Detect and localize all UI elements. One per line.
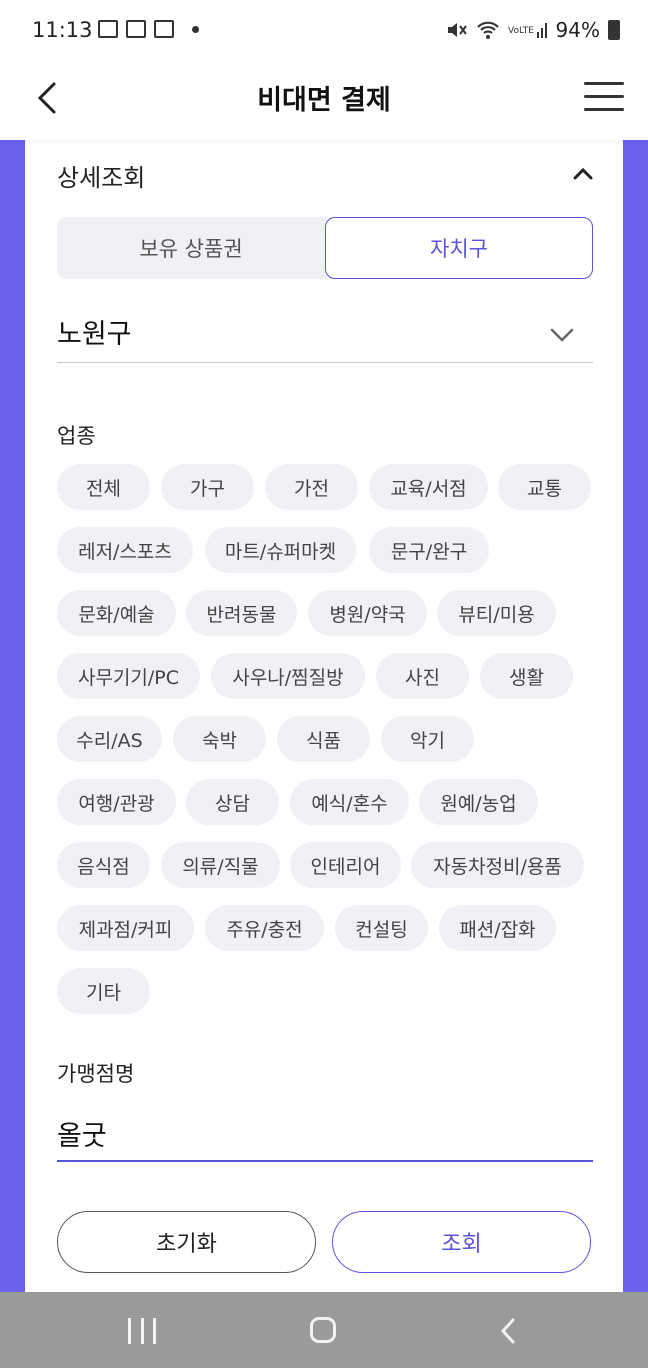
category-chip[interactable]: 제과점/커피: [57, 905, 194, 951]
category-chip[interactable]: 전체: [57, 464, 150, 510]
category-chip[interactable]: 가구: [161, 464, 254, 510]
recent-line: [128, 1318, 131, 1344]
category-chip[interactable]: 문화/예술: [57, 590, 176, 636]
category-chip[interactable]: 가전: [265, 464, 358, 510]
page-title: 비대면 결제: [257, 85, 391, 116]
category-chip[interactable]: 기타: [57, 968, 150, 1014]
category-chip[interactable]: 컨설팅: [335, 905, 428, 951]
search-button[interactable]: 조회: [332, 1211, 591, 1273]
category-chip[interactable]: 숙박: [173, 716, 266, 762]
category-chip[interactable]: 사진: [376, 653, 469, 699]
recent-line: [140, 1318, 144, 1344]
category-chip[interactable]: 수리/AS: [57, 716, 162, 762]
section-title: 상세조회: [57, 164, 146, 192]
recent-line: [153, 1318, 156, 1344]
system-nav-bar: [0, 1292, 648, 1368]
category-chip[interactable]: 교통: [498, 464, 591, 510]
battery-percent: 94%: [555, 18, 600, 42]
hamburger-line: [584, 95, 624, 98]
svg-text:VoLTE: VoLTE: [508, 26, 534, 36]
home-icon[interactable]: [310, 1317, 336, 1343]
category-label: 업종: [57, 424, 96, 448]
contact-notification-icon: [154, 20, 174, 38]
app-header: 비대면 결제: [0, 64, 648, 140]
collapse-chevron-icon[interactable]: [571, 162, 595, 186]
category-chip[interactable]: 여행/관광: [57, 779, 176, 825]
district-value: 노원구: [57, 319, 132, 350]
toggle-district[interactable]: 자치구: [325, 217, 593, 279]
category-chip[interactable]: 병원/약국: [308, 590, 427, 636]
battery-icon: [608, 20, 620, 40]
more-notifications-icon: [192, 25, 199, 33]
category-chip[interactable]: 식품: [277, 716, 370, 762]
search-type-toggle: 보유 상품권 자치구: [57, 217, 593, 279]
category-chip[interactable]: 문구/완구: [369, 527, 489, 573]
status-right: VoLTE 94%: [446, 18, 620, 42]
notification-icons: [98, 20, 199, 38]
category-chip[interactable]: 교육/서점: [369, 464, 488, 510]
category-chip[interactable]: 주유/충전: [205, 905, 324, 951]
reset-button[interactable]: 초기화: [57, 1211, 316, 1273]
category-chip[interactable]: 악기: [381, 716, 474, 762]
store-name-label: 가맹점명: [57, 1062, 135, 1086]
system-back-icon[interactable]: [494, 1316, 524, 1346]
chevron-down-icon: [550, 328, 574, 342]
store-name-input[interactable]: [57, 1106, 593, 1162]
status-time: 11:13: [32, 18, 93, 42]
mute-icon: [447, 23, 467, 37]
detail-search-card: 상세조회 보유 상품권 자치구 노원구 업종 전체 가구 가전 교육/서점 교통…: [25, 140, 623, 1292]
toggle-owned-vouchers[interactable]: 보유 상품권: [57, 217, 325, 279]
category-chip[interactable]: 상담: [186, 779, 279, 825]
category-chip[interactable]: 원예/농업: [419, 779, 538, 825]
recent-apps-icon[interactable]: [128, 1318, 156, 1344]
category-chip[interactable]: 사우나/찜질방: [211, 653, 365, 699]
category-chip[interactable]: 반려동물: [186, 590, 297, 636]
category-chip[interactable]: 인테리어: [290, 842, 401, 888]
hamburger-icon: [584, 82, 624, 85]
category-chip[interactable]: 의류/직물: [161, 842, 280, 888]
district-select[interactable]: 노원구: [57, 308, 593, 363]
category-chip[interactable]: 자동차정비/용품: [411, 842, 584, 888]
gmail-notification-icon: [126, 20, 146, 38]
status-bar: 11:13 VoLTE 94%: [0, 0, 648, 64]
category-chip[interactable]: 패션/잡화: [439, 905, 556, 951]
category-chip[interactable]: 예식/혼수: [290, 779, 409, 825]
category-chip[interactable]: 사무기기/PC: [57, 653, 200, 699]
hamburger-line: [584, 108, 624, 111]
gallery-notification-icon: [98, 20, 118, 38]
category-chip[interactable]: 마트/슈퍼마켓: [205, 527, 356, 573]
wifi-icon: [476, 21, 499, 39]
category-chip[interactable]: 레저/스포츠: [57, 527, 193, 573]
category-chip[interactable]: 생활: [480, 653, 573, 699]
category-chip[interactable]: 뷰티/미용: [437, 590, 556, 636]
menu-button[interactable]: [584, 82, 624, 116]
signal-icon: VoLTE: [508, 23, 547, 38]
category-chip[interactable]: 음식점: [57, 842, 150, 888]
